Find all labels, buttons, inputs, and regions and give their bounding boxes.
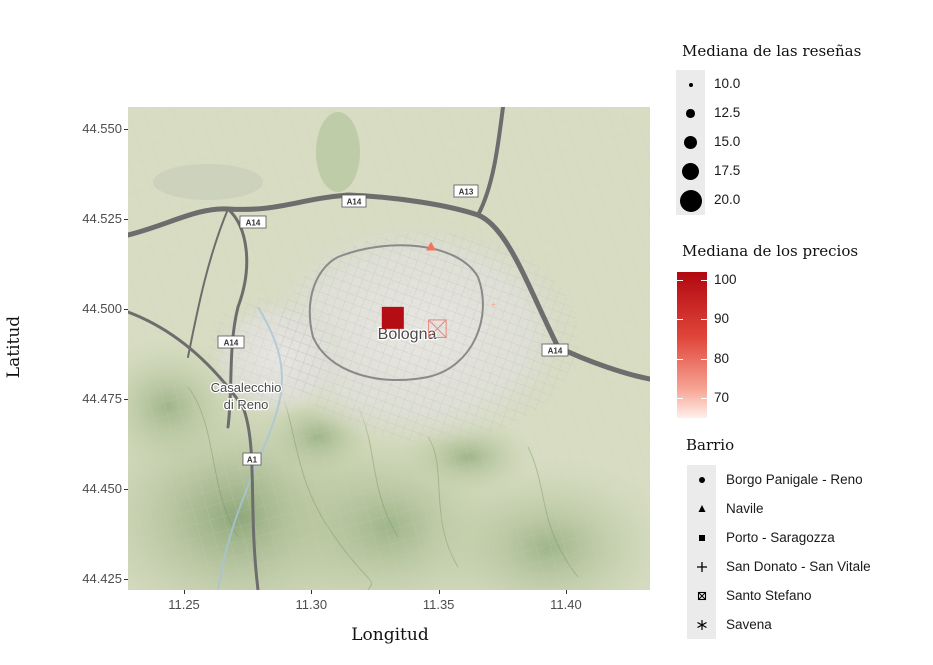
legend-shape-title: Barrio: [686, 436, 735, 454]
legend-size-dot: [684, 136, 697, 149]
x-tick-mark: [565, 590, 567, 594]
x-tick-mark: [184, 590, 186, 594]
legend-shape-label: Navile: [726, 501, 764, 516]
legend-color-label: 100: [714, 271, 737, 287]
legend-color-tick: [677, 279, 683, 281]
y-tick-mark: [124, 128, 128, 130]
map-panel[interactable]: A14 A14 A14 A13 A14 A1 Bologna Casalecch…: [128, 107, 650, 590]
y-tick-label: 44.425: [82, 571, 122, 587]
legend-size-title: Mediana de las reseñas: [682, 42, 862, 60]
legend-size-dot: [681, 162, 700, 181]
legend-shape-key-square-x-icon: [687, 581, 716, 610]
legend-color-label: 90: [714, 311, 730, 327]
legend-color-tick: [701, 319, 707, 321]
y-tick-label: 44.475: [82, 390, 122, 406]
y-tick-mark: [124, 218, 128, 220]
legend-shape-label: San Donato - San Vitale: [726, 559, 871, 574]
x-tick-mark: [311, 590, 313, 594]
legend-size-key: [676, 99, 705, 128]
legend-shape-key-square-icon: [687, 523, 716, 552]
legend-size-dot: [679, 189, 702, 212]
legend-shape-label: Savena: [726, 617, 772, 632]
legend-shape-key-triangle-icon: [687, 494, 716, 523]
x-tick-label: 11.25: [168, 597, 200, 612]
legend-size-dot: [686, 109, 695, 118]
legend-color-tick: [677, 398, 683, 400]
legend-size-label: 20.0: [714, 192, 741, 207]
legend-shape-label: Borgo Panigale - Reno: [726, 472, 863, 487]
legend-color-tick: [701, 279, 707, 281]
road-label-5: A14: [548, 347, 563, 356]
legend-size-key: [676, 186, 705, 215]
x-tick-label: 11.35: [422, 597, 455, 612]
map-label-casalecchio: Casalecchio: [211, 380, 282, 395]
legend-color-tick: [677, 358, 683, 360]
legend-size-dot: [688, 82, 693, 87]
legend-color-tick: [701, 358, 707, 360]
legend-shape-label: Santo Stefano: [726, 588, 812, 603]
y-tick-label: 44.500: [82, 300, 122, 316]
legend-color-title: Mediana de los precios: [682, 242, 859, 260]
y-axis-label: Latitud: [4, 315, 24, 379]
y-tick-mark: [124, 308, 128, 310]
legend-shape-label: Porto - Saragozza: [726, 530, 835, 545]
legend-shape-key-plus-icon: [687, 552, 716, 581]
x-tick-mark: [438, 590, 440, 594]
road-label-4: A13: [459, 188, 474, 197]
legend-color-label: 70: [714, 390, 730, 406]
x-axis-label: Longitud: [351, 625, 429, 645]
legend-size-key: [676, 157, 705, 186]
x-tick-label: 11.30: [295, 597, 328, 612]
legend-color-label: 80: [714, 350, 730, 366]
road-label-6: A1: [247, 456, 258, 465]
legend-size-label: 15.0: [714, 134, 741, 149]
legend-size-key: [676, 128, 705, 157]
legend-size-label: 10.0: [714, 76, 741, 91]
y-tick-mark: [124, 398, 128, 400]
road-label-2: A14: [246, 219, 261, 228]
legend-colorbar: [677, 272, 707, 418]
y-tick-mark: [124, 489, 128, 491]
y-tick-label: 44.450: [82, 481, 122, 497]
legend-size-label: 12.5: [714, 105, 741, 120]
legend-color-tick: [701, 398, 707, 400]
y-tick-label: 44.525: [82, 210, 122, 226]
legend-shape-key-circle-icon: [687, 465, 716, 494]
map-label-di-reno: di Reno: [224, 397, 269, 412]
x-tick-label: 11.40: [550, 597, 582, 612]
map-point-porto-saragozza[interactable]: [381, 306, 404, 329]
legend-color-tick: [677, 319, 683, 321]
legend-size-label: 17.5: [714, 163, 741, 178]
y-tick-mark: [124, 579, 128, 581]
legend-size-key: [676, 70, 705, 99]
legend-shape-key-asterisk-icon: [687, 610, 716, 639]
y-tick-label: 44.550: [82, 120, 122, 136]
road-label-3: A14: [224, 339, 239, 348]
road-label-1: A14: [347, 198, 362, 207]
